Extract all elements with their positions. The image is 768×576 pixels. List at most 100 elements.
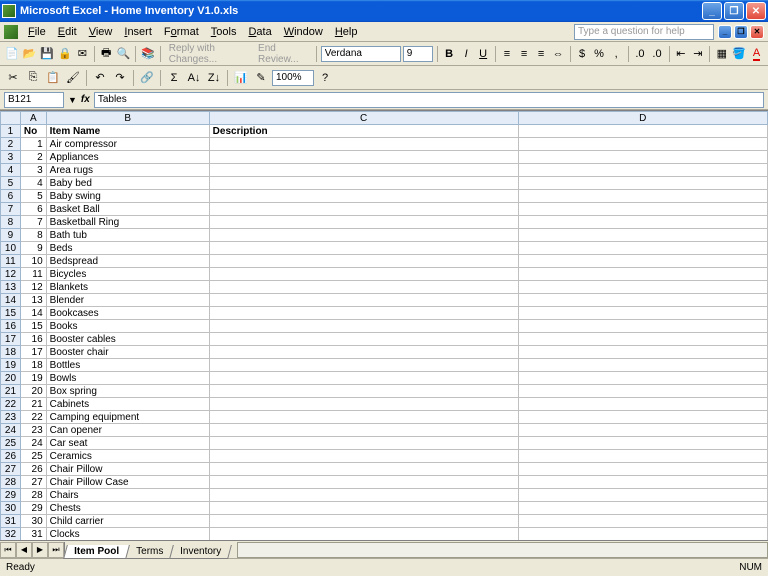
cell[interactable] <box>209 463 518 476</box>
help-icon[interactable]: ? <box>316 69 334 87</box>
cell[interactable]: Basketball Ring <box>46 216 209 229</box>
drawing-icon[interactable]: ✎ <box>252 69 270 87</box>
cell[interactable] <box>518 424 767 437</box>
cell[interactable] <box>209 294 518 307</box>
italic-icon[interactable]: I <box>459 45 474 63</box>
cell[interactable] <box>518 216 767 229</box>
cell[interactable] <box>518 463 767 476</box>
cell[interactable] <box>209 333 518 346</box>
cell[interactable]: 24 <box>20 437 46 450</box>
cell[interactable]: Appliances <box>46 151 209 164</box>
cell[interactable] <box>518 333 767 346</box>
cell[interactable] <box>209 138 518 151</box>
cell[interactable]: Booster chair <box>46 346 209 359</box>
autosum-icon[interactable]: Σ <box>165 69 183 87</box>
cell[interactable]: Bath tub <box>46 229 209 242</box>
cell[interactable]: Bookcases <box>46 307 209 320</box>
cell[interactable]: Baby swing <box>46 190 209 203</box>
cell[interactable] <box>209 320 518 333</box>
bold-icon[interactable]: B <box>442 45 457 63</box>
borders-icon[interactable]: ▦ <box>714 45 729 63</box>
cell[interactable]: Air compressor <box>46 138 209 151</box>
redo-icon[interactable]: ↷ <box>111 69 129 87</box>
cell[interactable]: Item Name <box>46 125 209 138</box>
cell[interactable] <box>209 307 518 320</box>
close-button[interactable]: ✕ <box>746 2 766 20</box>
row-header[interactable]: 1 <box>1 125 21 138</box>
menu-window[interactable]: Window <box>278 24 329 40</box>
cell[interactable] <box>209 385 518 398</box>
cell[interactable]: Child carrier <box>46 515 209 528</box>
cell[interactable] <box>518 385 767 398</box>
font-color-icon[interactable]: A <box>749 45 764 63</box>
sort-asc-icon[interactable]: A↓ <box>185 69 203 87</box>
row-header[interactable]: 24 <box>1 424 21 437</box>
row-header[interactable]: 3 <box>1 151 21 164</box>
cell[interactable] <box>209 203 518 216</box>
cell[interactable]: Books <box>46 320 209 333</box>
cell[interactable]: Chair Pillow Case <box>46 476 209 489</box>
tab-nav-prev-icon[interactable]: ◀ <box>16 542 32 558</box>
permission-icon[interactable]: 🔒 <box>57 45 73 63</box>
cell[interactable] <box>209 424 518 437</box>
row-header[interactable]: 21 <box>1 385 21 398</box>
cell[interactable]: Chair Pillow <box>46 463 209 476</box>
cell[interactable]: 22 <box>20 411 46 424</box>
percent-icon[interactable]: % <box>592 45 607 63</box>
cell[interactable]: Can opener <box>46 424 209 437</box>
cell[interactable]: Chairs <box>46 489 209 502</box>
cell[interactable] <box>209 476 518 489</box>
cell[interactable]: 25 <box>20 450 46 463</box>
row-header[interactable]: 20 <box>1 372 21 385</box>
cell[interactable]: 6 <box>20 203 46 216</box>
cell[interactable] <box>518 437 767 450</box>
cell[interactable]: 2 <box>20 151 46 164</box>
cell[interactable] <box>518 242 767 255</box>
minimize-button[interactable]: _ <box>702 2 722 20</box>
cell[interactable]: Chests <box>46 502 209 515</box>
menu-tools[interactable]: Tools <box>205 24 243 40</box>
cell[interactable] <box>209 346 518 359</box>
row-header[interactable]: 25 <box>1 437 21 450</box>
cell[interactable] <box>518 281 767 294</box>
maximize-button[interactable]: ❐ <box>724 2 744 20</box>
doc-restore-button[interactable]: ❐ <box>734 25 748 39</box>
cell[interactable] <box>209 515 518 528</box>
cell[interactable]: Bicycles <box>46 268 209 281</box>
save-icon[interactable]: 💾 <box>39 45 55 63</box>
cell[interactable] <box>518 229 767 242</box>
menu-format[interactable]: Format <box>158 24 205 40</box>
cell[interactable]: 4 <box>20 177 46 190</box>
tab-terms[interactable]: Terms <box>125 545 174 559</box>
cell[interactable]: 9 <box>20 242 46 255</box>
cell[interactable] <box>209 411 518 424</box>
cell[interactable]: Ceramics <box>46 450 209 463</box>
row-header[interactable]: 15 <box>1 307 21 320</box>
cell[interactable]: 1 <box>20 138 46 151</box>
row-header[interactable]: 5 <box>1 177 21 190</box>
cell[interactable] <box>518 359 767 372</box>
row-header[interactable]: 9 <box>1 229 21 242</box>
row-header[interactable]: 23 <box>1 411 21 424</box>
row-header[interactable]: 22 <box>1 398 21 411</box>
cell[interactable] <box>518 138 767 151</box>
menu-help[interactable]: Help <box>329 24 364 40</box>
cell[interactable] <box>209 372 518 385</box>
menu-insert[interactable]: Insert <box>118 24 158 40</box>
cell[interactable]: 11 <box>20 268 46 281</box>
undo-icon[interactable]: ↶ <box>91 69 109 87</box>
align-right-icon[interactable]: ≡ <box>534 45 549 63</box>
copy-icon[interactable]: ⎘ <box>24 69 42 87</box>
currency-icon[interactable]: $ <box>574 45 589 63</box>
doc-close-button[interactable]: ✕ <box>750 25 764 39</box>
row-header[interactable]: 4 <box>1 164 21 177</box>
cell[interactable] <box>518 411 767 424</box>
select-all-corner[interactable] <box>1 112 21 125</box>
cell[interactable]: 8 <box>20 229 46 242</box>
cell[interactable] <box>518 164 767 177</box>
cell[interactable]: Cabinets <box>46 398 209 411</box>
cell[interactable] <box>518 346 767 359</box>
row-header[interactable]: 14 <box>1 294 21 307</box>
cell[interactable]: 31 <box>20 528 46 541</box>
col-header-C[interactable]: C <box>209 112 518 125</box>
